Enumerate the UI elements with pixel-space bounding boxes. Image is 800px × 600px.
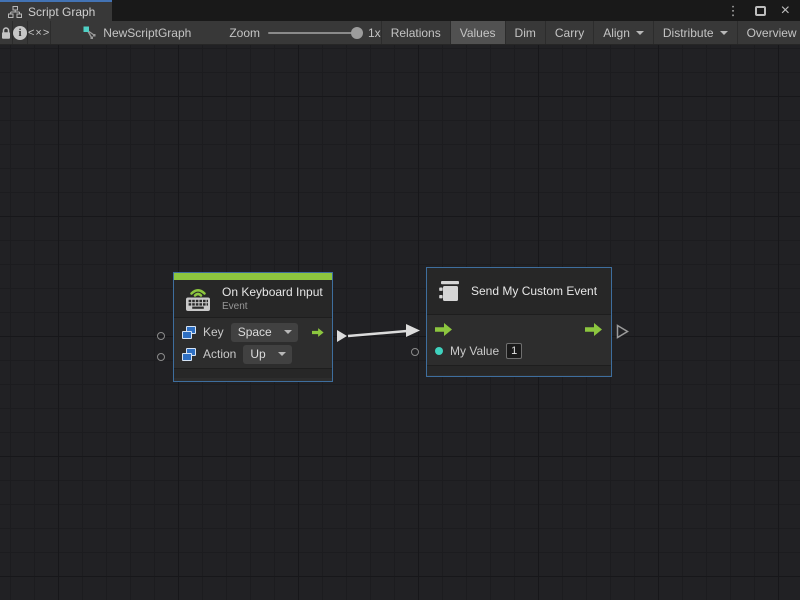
port-row-my-value: My Value 1 <box>427 340 611 362</box>
info-icon <box>13 26 27 40</box>
distribute-dropdown-button[interactable]: Distribute <box>654 21 738 44</box>
code-icon: <×> <box>28 27 50 39</box>
script-graph-asset-icon <box>83 26 96 39</box>
tab-title: Script Graph <box>28 5 95 19</box>
port-label: Action <box>203 347 236 361</box>
close-icon[interactable]: × <box>781 3 790 19</box>
tab-script-graph[interactable]: Script Graph <box>0 0 112 21</box>
node-on-keyboard-input[interactable]: On Keyboard Input Event Key Space <box>173 272 333 382</box>
code-view-button[interactable]: <×> <box>28 21 51 44</box>
graph-breadcrumb[interactable]: NewScriptGraph <box>73 21 201 44</box>
port-label: My Value <box>450 344 499 358</box>
node-send-my-custom-event[interactable]: Send My Custom Event My Value 1 <box>426 267 612 377</box>
node-title: On Keyboard Input <box>222 285 323 299</box>
chevron-down-icon <box>284 330 292 334</box>
chevron-down-icon <box>720 31 728 35</box>
toolbar-toggles: Relations Values Dim Carry Align Distrib… <box>381 21 800 44</box>
node-footer <box>174 369 332 378</box>
unity-script-graph-window: Script Graph ⋮ × <×> <box>0 0 800 600</box>
object-type-icon <box>182 326 196 339</box>
my-value-input[interactable]: 1 <box>506 343 522 359</box>
flow-input-arrow-icon[interactable] <box>435 323 453 336</box>
flow-output-open-port[interactable] <box>616 324 629 339</box>
flow-output-arrow-icon[interactable] <box>312 326 324 339</box>
port-row-flow <box>427 318 611 340</box>
info-button[interactable] <box>13 21 28 44</box>
graph-canvas[interactable]: On Keyboard Input Event Key Space <box>0 45 800 600</box>
tab-bar: Script Graph ⋮ × <box>0 0 800 21</box>
flow-connection-wire[interactable] <box>0 45 800 600</box>
overview-button[interactable]: Overview <box>738 21 800 44</box>
values-toggle[interactable]: Values <box>451 21 506 44</box>
zoom-level: 1x <box>368 26 381 40</box>
menu-icon[interactable]: ⋮ <box>727 4 740 17</box>
custom-event-icon <box>436 278 462 304</box>
action-dropdown[interactable]: Up <box>243 345 291 364</box>
zoom-label: Zoom <box>229 26 260 40</box>
lock-button[interactable] <box>0 21 13 44</box>
my-value-port-circle[interactable] <box>411 348 419 356</box>
graph-toolbar: <×> NewScriptGraph Zoom 1x Relations Val… <box>0 21 800 45</box>
node-ports: My Value 1 <box>427 314 611 366</box>
lock-icon <box>0 26 12 40</box>
node-accent-bar <box>174 273 332 280</box>
carry-toggle[interactable]: Carry <box>546 21 594 44</box>
value-port-icon[interactable] <box>435 347 443 355</box>
graph-hierarchy-icon <box>8 6 22 18</box>
graph-name: NewScriptGraph <box>103 26 191 40</box>
chevron-down-icon <box>278 352 286 356</box>
node-header: On Keyboard Input Event <box>174 280 332 317</box>
align-dropdown-button[interactable]: Align <box>594 21 654 44</box>
chevron-down-icon <box>636 31 644 35</box>
zoom-control: Zoom 1x <box>229 21 380 44</box>
flow-output-arrow-icon[interactable] <box>585 323 603 336</box>
flow-output-connected-port[interactable] <box>337 330 347 342</box>
node-header: Send My Custom Event <box>427 268 611 314</box>
node-title: Send My Custom Event <box>471 284 597 298</box>
object-type-icon <box>182 348 196 361</box>
node-ports: Key Space Action Up <box>174 317 332 369</box>
maximize-icon[interactable] <box>755 6 766 16</box>
key-dropdown[interactable]: Space <box>231 323 298 342</box>
keyboard-event-icon <box>183 286 213 312</box>
port-row-key: Key Space <box>174 321 332 343</box>
zoom-slider[interactable] <box>268 32 360 34</box>
port-row-action: Action Up <box>174 343 332 365</box>
node-footer <box>427 366 611 375</box>
relations-toggle[interactable]: Relations <box>381 21 451 44</box>
dim-toggle[interactable]: Dim <box>506 21 546 44</box>
window-controls: ⋮ × <box>727 0 800 21</box>
action-port-circle[interactable] <box>157 353 165 361</box>
key-port-circle[interactable] <box>157 332 165 340</box>
port-label: Key <box>203 325 224 339</box>
zoom-slider-handle[interactable] <box>351 27 363 39</box>
node-subtitle: Event <box>222 301 323 312</box>
